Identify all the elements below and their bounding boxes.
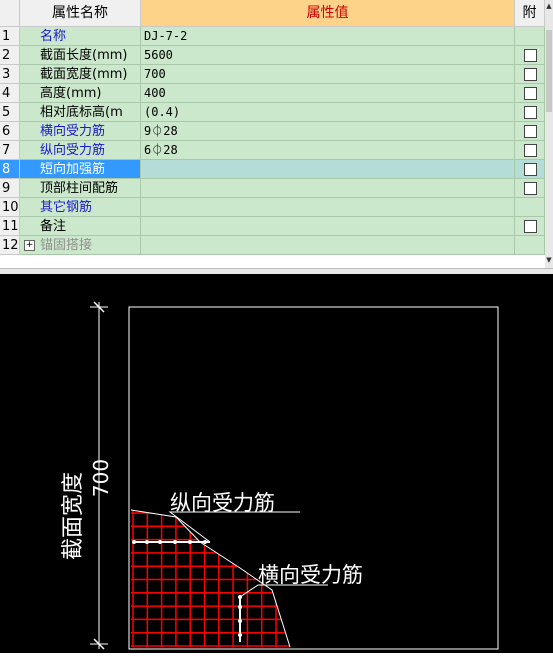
property-value[interactable] — [141, 179, 515, 198]
attach-checkbox[interactable] — [524, 87, 537, 100]
property-name-text: 其它钢筋 — [40, 200, 93, 215]
property-value[interactable] — [141, 217, 515, 236]
row-index[interactable]: 9 — [0, 179, 20, 198]
grid-row[interactable]: 9 顶部柱间配筋 — [0, 179, 545, 198]
row-index[interactable]: 12 — [0, 236, 20, 255]
property-name[interactable]: 相对底标高(m — [20, 103, 141, 122]
scroll-up-icon[interactable]: ▲ — [545, 2, 553, 10]
row-index[interactable]: 10 — [0, 198, 20, 217]
grid-row[interactable]: 10 其它钢筋 — [0, 198, 545, 217]
property-value[interactable]: 9⏀28 — [141, 122, 515, 141]
grid-row[interactable]: 2 截面长度(mm) 5600 — [0, 46, 545, 65]
property-name[interactable]: 截面宽度(mm) — [20, 65, 141, 84]
grid-row[interactable]: 8 短向加强筋 — [0, 160, 545, 179]
property-name[interactable]: 名称 — [20, 27, 141, 46]
property-name[interactable]: 截面长度(mm) — [20, 46, 141, 65]
property-name-text: 截面宽度(mm) — [40, 67, 128, 82]
property-name-text: 锚固搭接 — [40, 238, 93, 253]
property-name-text: 短向加强筋 — [40, 162, 106, 177]
property-value[interactable]: (0.4) — [141, 103, 515, 122]
property-name-text: 横向受力筋 — [40, 124, 106, 139]
section-drawing: 截面宽度 700 纵向受力筋 横向受力筋 — [0, 274, 553, 653]
property-name[interactable]: 纵向受力筋 — [20, 141, 141, 160]
attach-cell — [515, 217, 545, 236]
property-value[interactable] — [141, 160, 515, 179]
grid-row[interactable]: 12 + 锚固搭接 — [0, 236, 545, 255]
property-value[interactable]: 6⏀28 — [141, 141, 515, 160]
row-index[interactable]: 11 — [0, 217, 20, 236]
header-name[interactable]: 属性名称 — [20, 0, 141, 27]
attach-checkbox[interactable] — [524, 144, 537, 157]
property-name[interactable]: 高度(mm) — [20, 84, 141, 103]
header-index — [0, 0, 20, 27]
attach-cell — [515, 103, 545, 122]
property-name[interactable]: 其它钢筋 — [20, 198, 141, 217]
attach-checkbox[interactable] — [524, 163, 537, 176]
property-value[interactable]: DJ-7-2 — [141, 27, 515, 46]
attach-cell — [515, 198, 545, 217]
dimension-value: 700 — [89, 459, 113, 497]
attach-cell — [515, 141, 545, 160]
row-index[interactable]: 4 — [0, 84, 20, 103]
property-name-text: 截面长度(mm) — [40, 48, 128, 63]
grid-row[interactable]: 11 备注 — [0, 217, 545, 236]
property-value[interactable]: 400 — [141, 84, 515, 103]
attach-checkbox[interactable] — [524, 68, 537, 81]
attach-cell — [515, 160, 545, 179]
expand-icon[interactable]: + — [24, 240, 35, 251]
dimension-label: 截面宽度 — [61, 472, 86, 560]
property-name[interactable]: + 锚固搭接 — [20, 236, 141, 255]
row-index[interactable]: 2 — [0, 46, 20, 65]
property-name-text: 相对底标高(m — [40, 105, 123, 120]
label-transverse: 横向受力筋 — [258, 563, 363, 587]
attach-checkbox[interactable] — [524, 125, 537, 138]
property-name-text: 顶部柱间配筋 — [40, 181, 119, 196]
row-index[interactable]: 3 — [0, 65, 20, 84]
row-index[interactable]: 5 — [0, 103, 20, 122]
property-name[interactable]: 备注 — [20, 217, 141, 236]
grid-row[interactable]: 4 高度(mm) 400 — [0, 84, 545, 103]
attach-cell — [515, 27, 545, 46]
scrollbar-thumb[interactable] — [546, 30, 552, 112]
property-value[interactable]: 5600 — [141, 46, 515, 65]
attach-checkbox[interactable] — [524, 49, 537, 62]
row-index[interactable]: 6 — [0, 122, 20, 141]
attach-cell — [515, 236, 545, 255]
header-value[interactable]: 属性值 — [141, 0, 515, 27]
attach-cell — [515, 65, 545, 84]
property-name-text: 纵向受力筋 — [40, 143, 106, 158]
section-drawing-canvas: 截面宽度 700 纵向受力筋 横向受力筋 — [61, 301, 499, 650]
scroll-down-icon[interactable]: ▼ — [545, 256, 553, 264]
property-grid: 属性名称 属性值 附 1 名称 DJ-7-2 2 截面长度(mm) 5600 3 截面宽度(m… — [0, 0, 553, 268]
header-attach[interactable]: 附 — [515, 0, 545, 27]
row-index[interactable]: 8 — [0, 160, 20, 179]
attach-checkbox[interactable] — [524, 182, 537, 195]
grid-row[interactable]: 3 截面宽度(mm) 700 — [0, 65, 545, 84]
attach-cell — [515, 46, 545, 65]
section-outline — [128, 306, 499, 650]
row-index[interactable]: 1 — [0, 27, 20, 46]
attach-cell — [515, 84, 545, 103]
property-name-text: 名称 — [40, 29, 67, 44]
row-index[interactable]: 7 — [0, 141, 20, 160]
grid-row[interactable]: 7 纵向受力筋 6⏀28 — [0, 141, 545, 160]
property-name-text: 高度(mm) — [40, 86, 102, 101]
label-longitudinal: 纵向受力筋 — [170, 491, 275, 515]
property-name-text: 备注 — [40, 219, 67, 234]
attach-cell — [515, 179, 545, 198]
grid-row[interactable]: 6 横向受力筋 9⏀28 — [0, 122, 545, 141]
property-value[interactable] — [141, 236, 515, 255]
property-value[interactable] — [141, 198, 515, 217]
grid-row[interactable]: 5 相对底标高(m (0.4) — [0, 103, 545, 122]
property-name[interactable]: 短向加强筋 — [20, 160, 141, 179]
attach-checkbox[interactable] — [524, 106, 537, 119]
property-name[interactable]: 横向受力筋 — [20, 122, 141, 141]
attach-checkbox[interactable] — [524, 220, 537, 233]
property-value[interactable]: 700 — [141, 65, 515, 84]
property-name[interactable]: 顶部柱间配筋 — [20, 179, 141, 198]
attach-cell — [515, 122, 545, 141]
grid-row[interactable]: 1 名称 DJ-7-2 — [0, 27, 545, 46]
